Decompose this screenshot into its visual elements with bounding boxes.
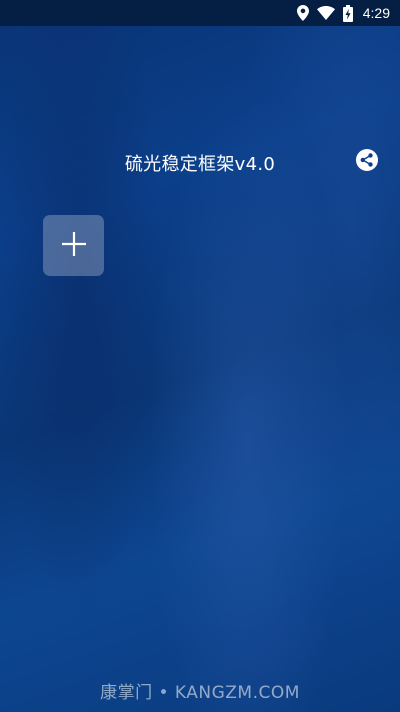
add-button[interactable]: [43, 215, 104, 276]
watermark: 康掌门 • KANGZM.COM: [100, 683, 300, 703]
battery-charging-icon: [342, 4, 353, 22]
status-time: 4:29: [362, 5, 390, 21]
location-icon: [296, 5, 309, 21]
page-title: 硫光稳定框架v4.0: [124, 154, 276, 175]
wifi-icon: [316, 6, 335, 20]
plus-icon: [59, 229, 89, 263]
share-icon: [356, 149, 378, 175]
share-button[interactable]: [355, 149, 379, 175]
status-bar: 4:29: [0, 0, 400, 26]
header: 硫光稳定框架v4.0: [0, 146, 400, 178]
